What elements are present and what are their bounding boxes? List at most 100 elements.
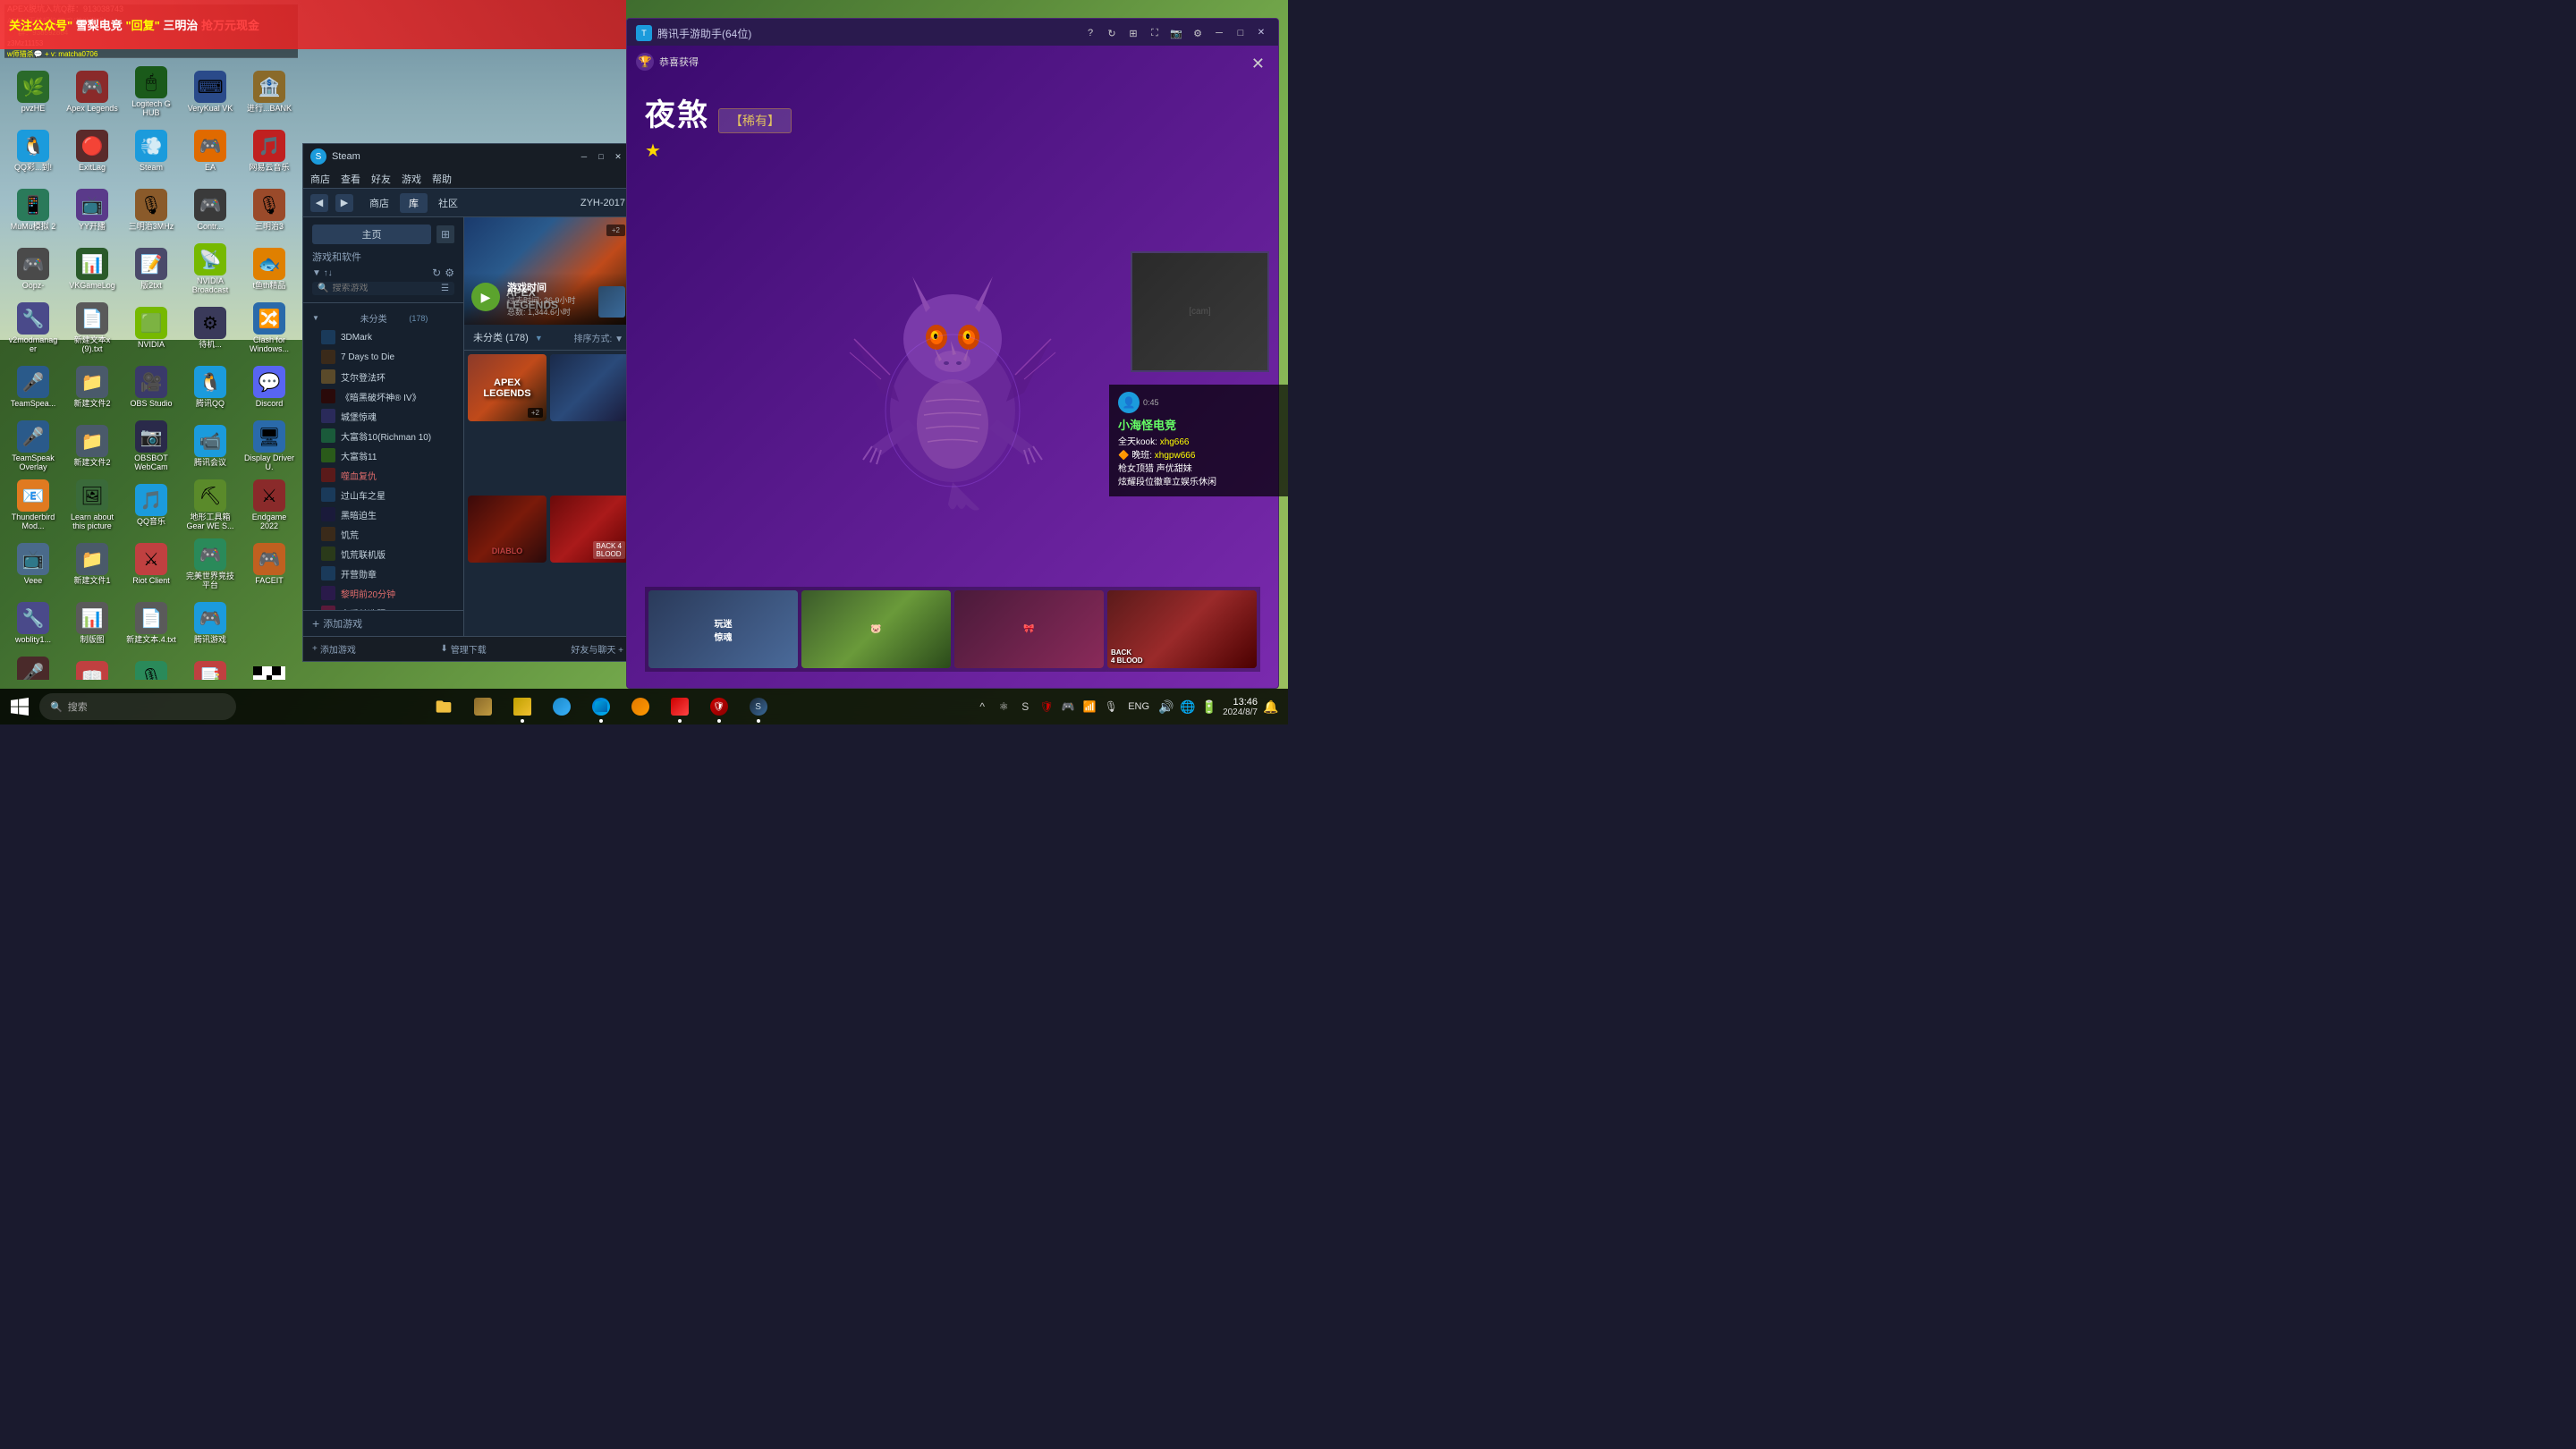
- taskbar-start-button[interactable]: [0, 689, 39, 724]
- desktop-icon-newtxt4[interactable]: 📄 新建文本.4.txt: [123, 595, 180, 652]
- bottom-game-1[interactable]: 玩迷惊魂: [648, 590, 798, 668]
- taskbar-steam-icon[interactable]: S: [741, 689, 776, 724]
- sidebar-filter-button[interactable]: ☰: [441, 284, 449, 293]
- taskbar-search-bar[interactable]: 🔍 搜索: [39, 693, 236, 720]
- taskbar-game1[interactable]: [465, 689, 501, 724]
- desktop-icon-newfile1[interactable]: 📁 新建文件1: [64, 536, 121, 593]
- game-item-dontstarvetogether[interactable]: 饥荒联机版: [303, 544, 463, 564]
- desktop-icon-standby[interactable]: ⚙ 待机...: [182, 300, 239, 357]
- desktop-icon-ea[interactable]: 🎮 EA: [182, 123, 239, 180]
- desktop-icon-txt2[interactable]: 📝 版2txt: [123, 241, 180, 298]
- taskbar-acrobat[interactable]: [662, 689, 698, 724]
- desktop-icon-clash[interactable]: 🔀 Clash for Windows...: [241, 300, 298, 357]
- desktop-icon-newfile2[interactable]: 📁 新建文件2: [64, 359, 121, 416]
- desktop-icon-apex[interactable]: 🎮 Apex Legends: [64, 64, 121, 121]
- desktop-icon-kook[interactable]: 🎙 网易有道翻译: [123, 654, 180, 680]
- game-item-rollercoaster[interactable]: 过山车之星: [303, 485, 463, 504]
- tencent-settings-button[interactable]: ⚙: [1189, 24, 1207, 42]
- sidebar-settings-button[interactable]: ⚙: [445, 267, 454, 279]
- steam-friend-chat-button[interactable]: 好友与聊天 +: [571, 642, 623, 656]
- desktop-icon-verykua[interactable]: ⌨ VeryKual VK: [182, 64, 239, 121]
- steam-menu-games[interactable]: 游戏: [402, 172, 421, 186]
- desktop-icon-mumu[interactable]: 📱 MuMu模拟 2: [4, 182, 62, 239]
- tray-icon-mic[interactable]: 🎙: [1103, 699, 1119, 715]
- bottom-game-3[interactable]: 🎀: [954, 590, 1104, 668]
- desktop-icon-contr[interactable]: 🎮 Contr...: [182, 182, 239, 239]
- tray-icon-battery[interactable]: 🔋: [1201, 699, 1217, 715]
- achievement-close-button[interactable]: ✕: [1251, 55, 1265, 73]
- desktop-icon-faceit[interactable]: 🎮 FACEIT: [241, 536, 298, 593]
- game-item-3dmark[interactable]: 3DMark: [303, 327, 463, 347]
- game-item-darkwood[interactable]: 黑暗迫生: [303, 504, 463, 524]
- steam-minimize-button[interactable]: ─: [577, 149, 591, 164]
- sort-button[interactable]: 排序方式: ▼: [574, 331, 623, 344]
- bottom-game-2[interactable]: 🐷: [801, 590, 951, 668]
- uncategorized-category[interactable]: ▼ 未分类 (178): [303, 309, 463, 327]
- game-item-diablo4[interactable]: 《暗黑破坏神® IV》: [303, 386, 463, 406]
- game-item-dontstarve[interactable]: 饥荒: [303, 524, 463, 544]
- desktop-icon-sanming2[interactable]: 🎙 三明治3: [241, 182, 298, 239]
- desktop-icon-tencent-meeting[interactable]: 📹 腾讯会议: [182, 418, 239, 475]
- desktop-icon-thunderbird[interactable]: 📧 Thunderbird Mod...: [4, 477, 62, 534]
- desktop-icon-gearwe[interactable]: ⛏ 地形工具箱 Gear WE S...: [182, 477, 239, 534]
- tray-icon-network2[interactable]: 🌐: [1180, 699, 1196, 715]
- library-home-button[interactable]: 主页: [312, 225, 431, 244]
- desktop-icon-learn-picture[interactable]: 🖼 Learn about this picture: [64, 477, 121, 534]
- steam-menu-friends[interactable]: 好友: [371, 172, 391, 186]
- steam-close-button[interactable]: ✕: [611, 149, 625, 164]
- tray-icon-volume[interactable]: 🔊: [1158, 699, 1174, 715]
- game-item-dawn20min[interactable]: 黎明前20分钟: [303, 583, 463, 603]
- game-card-apex[interactable]: APEXLEGENDS +2: [468, 354, 547, 421]
- desktop-icon-teamspeak[interactable]: 🎤 TeamSpea...: [4, 359, 62, 416]
- featured-game-avatar[interactable]: [598, 286, 625, 318]
- desktop-icon-oopz[interactable]: 🎮 Oopz-: [4, 241, 62, 298]
- featured-play-button[interactable]: ▶: [471, 283, 500, 311]
- game-item-eldenring[interactable]: 艾尔登法环: [303, 367, 463, 386]
- desktop-icon-tencent-game[interactable]: 🎮 腾讯游戏: [182, 595, 239, 652]
- tencent-fullscreen-button[interactable]: ⛶: [1146, 24, 1164, 42]
- game-item-lovestory[interactable]: 恋爱单选题: [303, 603, 463, 610]
- tencent-maximize-button[interactable]: □: [1232, 24, 1250, 42]
- tencent-refresh-button[interactable]: ↻: [1103, 24, 1121, 42]
- taskbar-file-explorer[interactable]: [426, 689, 462, 724]
- steam-tab-library[interactable]: 库: [400, 193, 428, 213]
- desktop-icon-exitlag[interactable]: 🔴 ExitLag: [64, 123, 121, 180]
- desktop-icon-woblity[interactable]: 🔧 woblity1...: [4, 595, 62, 652]
- tencent-help-button[interactable]: ?: [1081, 24, 1099, 42]
- taskbar-language[interactable]: ENG: [1124, 701, 1153, 712]
- desktop-icon-qq[interactable]: 🐧 QQ彩...到!: [4, 123, 62, 180]
- desktop-icon-qqtencent[interactable]: 🐧 腾讯QQ: [182, 359, 239, 416]
- game-item-7days[interactable]: 7 Days to Die: [303, 347, 463, 367]
- steam-add-game-button[interactable]: + 添加游戏: [312, 642, 356, 656]
- desktop-icon-discord[interactable]: 💬 Discord: [241, 359, 298, 416]
- game-card-4[interactable]: BACK 4BLOOD: [550, 496, 629, 563]
- bottom-game-back4blood[interactable]: BACK4 BLOOD: [1107, 590, 1257, 668]
- tray-icon-network[interactable]: 📶: [1081, 699, 1097, 715]
- taskbar-antivirus[interactable]: 🛡: [701, 689, 737, 724]
- desktop-icon-qqmusic[interactable]: 🎵 QQ音乐: [123, 477, 180, 534]
- desktop-icon-nvidia-broadcast[interactable]: 📡 NVIDIA Broadcast: [182, 241, 239, 298]
- sidebar-refresh-button[interactable]: ↻: [432, 267, 441, 279]
- taskbar-file-manager[interactable]: [504, 689, 540, 724]
- tencent-minimize-button[interactable]: ─: [1210, 24, 1228, 42]
- tencent-close-button[interactable]: ✕: [1253, 24, 1269, 40]
- sidebar-grid-view-button[interactable]: ⊞: [436, 225, 454, 243]
- desktop-icon-wymusic[interactable]: 🎵 网易云音乐: [241, 123, 298, 180]
- tray-icon-1[interactable]: ⚛: [996, 699, 1012, 715]
- taskbar-edge[interactable]: [583, 689, 619, 724]
- steam-manage-downloads-button[interactable]: ⬇ 管理下载: [440, 642, 486, 656]
- game-item-bloodsucker[interactable]: 噬血复仇: [303, 465, 463, 485]
- desktop-icon-tsoverlay[interactable]: 🎤 TeamSpeak Overlay: [4, 418, 62, 475]
- desktop-icon-newtxt9[interactable]: 📄 新建文本x (9).txt: [64, 300, 121, 357]
- desktop-icon-sanmingzhi[interactable]: 🎙 三明治3MHz: [123, 182, 180, 239]
- game-item-richman11[interactable]: 大富翁11: [303, 445, 463, 465]
- desktop-icon-riot[interactable]: ⚔ Riot Client: [123, 536, 180, 593]
- desktop-icon-perfect-world[interactable]: 🎮 完美世界竞技平台: [182, 536, 239, 593]
- taskbar-clock[interactable]: 13:46 2024/8/7: [1223, 697, 1258, 717]
- desktop-icon-display-driver[interactable]: 🖥 Display Driver U.: [241, 418, 298, 475]
- desktop-icon-obsbot[interactable]: 📷 OBSBOT WebCam: [123, 418, 180, 475]
- steam-back-button[interactable]: ◀: [310, 194, 328, 212]
- game-card-2[interactable]: [550, 354, 629, 421]
- desktop-icon-v2mod[interactable]: 🔧 v2modmanager: [4, 300, 62, 357]
- game-item-castle[interactable]: 城堡惊魂: [303, 406, 463, 426]
